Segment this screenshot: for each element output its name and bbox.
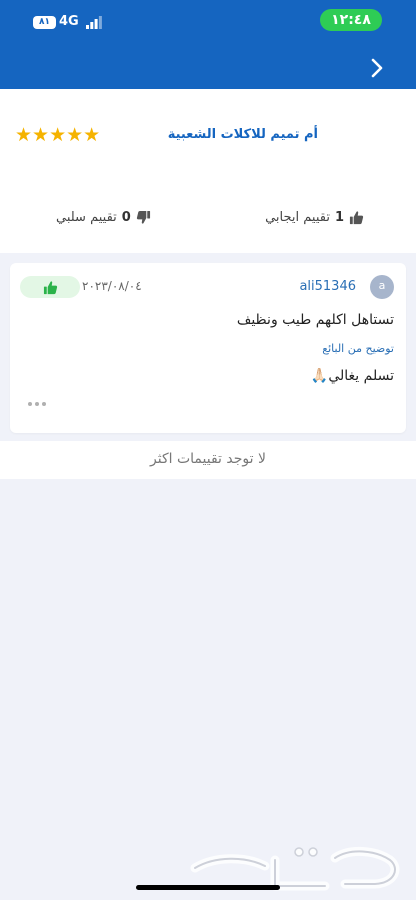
seller-summary: أم تميم للاكلات الشعبية ★★★★★ 1 تقييم اي… — [0, 89, 416, 253]
review-text: تستاهل اكلهم طيب ونظيف — [236, 312, 394, 328]
reviewer-username[interactable]: ali51346 — [299, 279, 356, 294]
positive-ratings: 1 تقييم ايجابي — [265, 210, 364, 225]
seller-reply-text: تسلم يغالي🙏🏻 — [310, 368, 394, 384]
more-horizontal-icon[interactable] — [28, 397, 50, 411]
thumbs-down-icon — [136, 210, 150, 224]
positive-count: 1 — [334, 210, 344, 225]
negative-count: 0 — [121, 210, 131, 225]
screen: ١٢:٤٨ ٨١ 4G أم تميم للاكلات الشعبية ★★★★… — [0, 0, 416, 900]
no-more-ratings-bar: لا توجد تقييمات اكثر — [0, 441, 416, 479]
thumbs-up-icon — [43, 280, 57, 294]
star-rating: ★★★★★ — [15, 124, 101, 146]
network-type: 4G — [59, 14, 79, 29]
header-bar: ١٢:٤٨ ٨١ 4G — [0, 0, 416, 89]
status-time: ١٢:٤٨ — [320, 9, 382, 31]
home-indicator — [136, 885, 280, 890]
review-card: a ali51346 ٢٠٢٣/٠٨/٠٤ تستاهل اكلهم طيب و… — [10, 263, 406, 433]
no-more-ratings-text: لا توجد تقييمات اكثر — [150, 451, 266, 467]
negative-label: تقييم سلبي — [56, 210, 117, 225]
signal-icon — [86, 16, 102, 29]
thumbs-up-icon — [349, 211, 364, 225]
seller-name[interactable]: أم تميم للاكلات الشعبية — [168, 127, 318, 142]
avatar[interactable]: a — [370, 275, 394, 299]
positive-review-badge — [20, 276, 80, 298]
review-date: ٢٠٢٣/٠٨/٠٤ — [82, 279, 142, 293]
chevron-right-icon[interactable] — [367, 57, 387, 79]
battery-icon: ٨١ — [33, 16, 56, 29]
negative-ratings: 0 تقييم سلبي — [56, 210, 151, 225]
positive-label: تقييم ايجابي — [265, 210, 330, 225]
seller-reply-label: توضيح من البائع — [322, 342, 394, 355]
